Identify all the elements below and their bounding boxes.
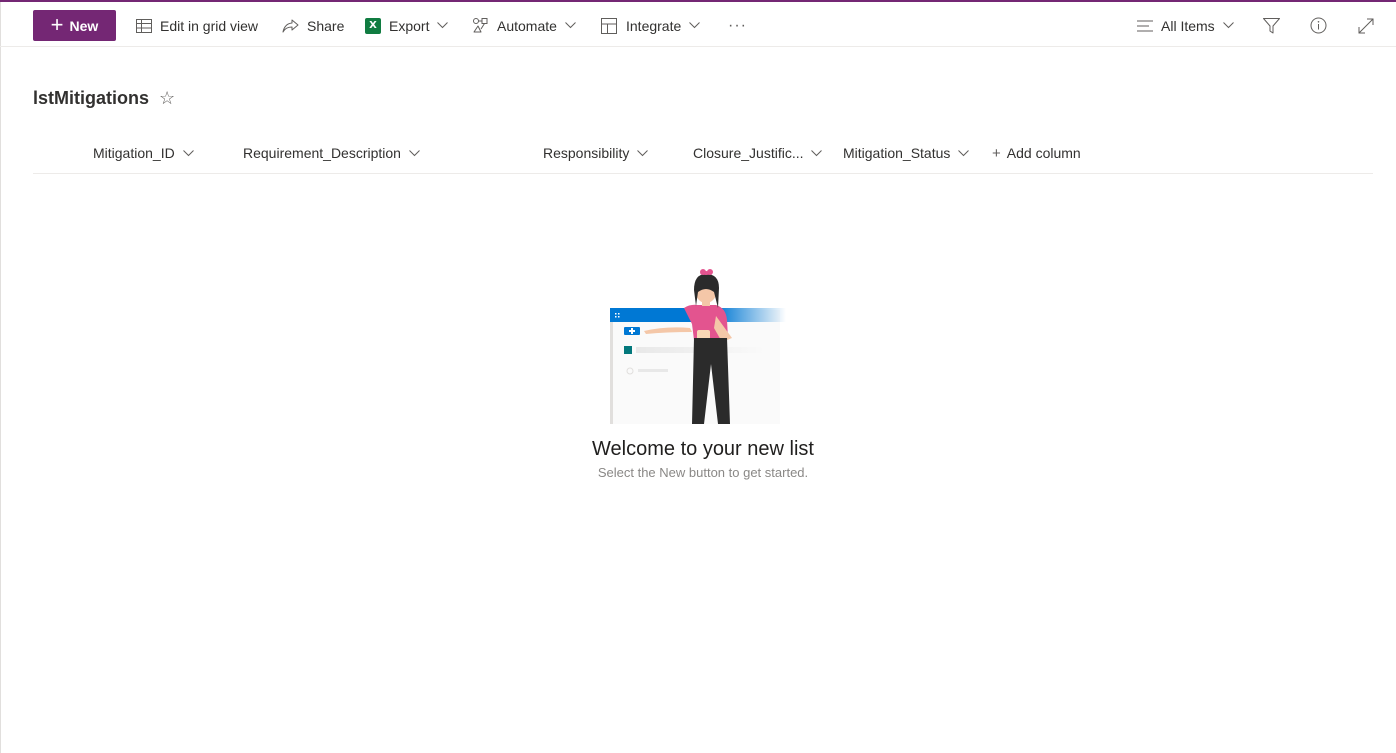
integrate-label: Integrate bbox=[626, 17, 682, 34]
info-icon[interactable] bbox=[1304, 10, 1332, 41]
more-icon[interactable]: ··· bbox=[728, 10, 747, 41]
command-bar: + New Edit in grid view Share X Export A… bbox=[0, 2, 1396, 47]
add-column-label: Add column bbox=[1006, 145, 1081, 161]
empty-state-subtext: Select the New button to get started. bbox=[597, 465, 809, 480]
chevron-down-icon bbox=[689, 22, 701, 29]
view-list-icon bbox=[1137, 20, 1153, 32]
add-column-button[interactable]: + Add column bbox=[992, 138, 1081, 168]
new-button-label: New bbox=[69, 17, 99, 34]
export-label: Export bbox=[389, 17, 430, 34]
chevron-down-icon bbox=[811, 149, 823, 157]
integrate-icon bbox=[601, 17, 618, 34]
chevron-down-icon bbox=[637, 149, 649, 157]
export-button[interactable]: X Export bbox=[365, 10, 449, 41]
chevron-down-icon bbox=[409, 149, 420, 157]
plus-icon: + bbox=[50, 11, 64, 37]
column-header-closure-justification[interactable]: Closure_Justific... bbox=[693, 138, 823, 168]
automate-icon bbox=[472, 17, 489, 34]
excel-icon: X bbox=[365, 17, 381, 34]
share-button[interactable]: Share bbox=[282, 10, 344, 41]
column-header-mitigation-status[interactable]: Mitigation_Status bbox=[843, 138, 970, 168]
column-header-responsibility[interactable]: Responsibility bbox=[543, 138, 649, 168]
share-label: Share bbox=[307, 17, 345, 34]
automate-button[interactable]: Automate bbox=[472, 10, 576, 41]
integrate-button[interactable]: Integrate bbox=[601, 10, 701, 41]
filter-icon[interactable] bbox=[1257, 10, 1285, 41]
new-button[interactable]: + New bbox=[33, 10, 116, 41]
view-selector-label: All Items bbox=[1161, 17, 1215, 34]
chevron-down-icon bbox=[437, 22, 449, 29]
share-icon bbox=[282, 18, 299, 34]
chevron-down-icon bbox=[958, 149, 970, 157]
plus-icon: + bbox=[992, 144, 1001, 162]
page-title: lstMitigations bbox=[33, 87, 149, 108]
empty-list-illustration bbox=[610, 269, 786, 424]
chevron-down-icon bbox=[565, 22, 576, 29]
view-selector-button[interactable]: All Items bbox=[1137, 10, 1234, 41]
chevron-down-icon bbox=[1222, 22, 1234, 29]
edit-grid-view-button[interactable]: Edit in grid view bbox=[136, 10, 258, 41]
column-header-mitigation-id[interactable]: Mitigation_ID bbox=[93, 138, 194, 168]
automate-label: Automate bbox=[497, 17, 557, 34]
favorite-star-icon[interactable]: ☆ bbox=[159, 88, 175, 109]
column-header-row: Mitigation_ID Requirement_Description Re… bbox=[33, 138, 1373, 174]
list-title-row: lstMitigations ☆ bbox=[33, 86, 175, 110]
expand-icon[interactable] bbox=[1352, 10, 1380, 41]
empty-state-heading: Welcome to your new list bbox=[592, 438, 814, 460]
left-divider bbox=[0, 2, 1, 753]
edit-grid-view-label: Edit in grid view bbox=[160, 17, 259, 34]
grid-icon bbox=[136, 18, 152, 34]
chevron-down-icon bbox=[182, 149, 194, 157]
column-header-requirement-description[interactable]: Requirement_Description bbox=[243, 138, 420, 168]
